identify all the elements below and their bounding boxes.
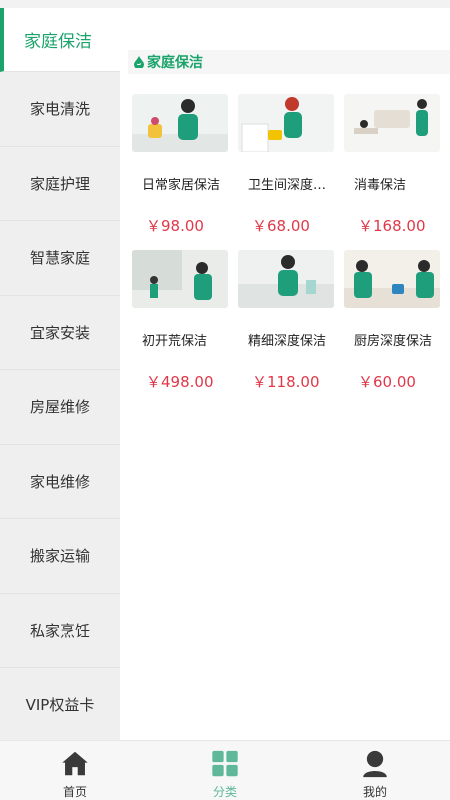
product-card[interactable]: 消毒保洁 ￥168.00 <box>344 94 442 236</box>
product-name: 日常家居保洁 <box>142 178 221 193</box>
sidebar-item-appliance-cleaning[interactable]: 家电清洗 <box>0 72 120 147</box>
product-image <box>132 250 228 308</box>
product-price: ￥60.00 <box>358 373 416 391</box>
sidebar-item-smart-home[interactable]: 智慧家庭 <box>0 221 120 296</box>
product-card[interactable]: 精细深度保洁 ￥118.00 <box>238 250 336 392</box>
sidebar-item-home-cleaning[interactable]: 家庭保洁 <box>0 8 120 72</box>
sidebar-item-label: 家庭护理 <box>29 174 90 193</box>
product-name: 卫生间深度保洁 <box>248 178 334 193</box>
product-price: ￥118.00 <box>252 373 320 391</box>
product-name: 初开荒保洁 <box>142 334 208 349</box>
product-name: 厨房深度保洁 <box>354 334 433 349</box>
tab-label: 我的 <box>362 785 387 799</box>
grid-icon <box>212 750 238 777</box>
tab-mine[interactable]: 我的 <box>300 741 450 800</box>
section-header: 家庭保洁 <box>128 50 450 74</box>
sidebar-item-moving[interactable]: 搬家运输 <box>0 519 120 594</box>
product-price: ￥68.00 <box>252 217 310 235</box>
sidebar-item-label: 智慧家庭 <box>29 249 90 268</box>
sidebar-item-label: VIP权益卡 <box>25 696 95 715</box>
sidebar-item-label: 家电维修 <box>29 472 90 491</box>
user-icon <box>363 750 387 778</box>
leaf-icon <box>134 56 144 68</box>
sidebar-item-house-repair[interactable]: 房屋维修 <box>0 370 120 445</box>
product-card[interactable]: 卫生间深度保洁 ￥68.00 <box>238 94 336 236</box>
product-name: 消毒保洁 <box>354 178 407 193</box>
product-card[interactable]: 厨房深度保洁 ￥60.00 <box>344 250 442 392</box>
product-price: ￥98.00 <box>146 217 204 235</box>
section-title: 家庭保洁 <box>147 55 203 71</box>
sidebar-item-label: 搬家运输 <box>29 547 90 566</box>
sidebar-item-label: 房屋维修 <box>29 398 90 417</box>
tab-label: 分类 <box>212 785 237 799</box>
tab-home[interactable]: 首页 <box>0 741 150 800</box>
product-card[interactable]: 日常家居保洁 ￥98.00 <box>132 94 230 236</box>
product-image <box>132 94 228 152</box>
product-image <box>238 94 334 152</box>
tab-label: 首页 <box>62 785 87 799</box>
product-card[interactable]: 初开荒保洁 ￥498.00 <box>132 250 230 392</box>
sidebar-item-label: 家电清洗 <box>29 100 90 119</box>
sidebar-item-vip-card[interactable]: VIP权益卡 <box>0 668 120 743</box>
product-image <box>344 250 440 308</box>
product-price: ￥498.00 <box>146 373 214 391</box>
bottom-tab-bar: 首页 分类 我的 <box>0 740 450 800</box>
sidebar-item-label: 家庭保洁 <box>24 32 92 52</box>
sidebar-item-label: 私家烹饪 <box>29 621 90 640</box>
product-price: ￥168.00 <box>358 217 426 235</box>
category-sidebar: 家庭保洁 家电清洗 家庭护理 智慧家庭 宜家安装 房屋维修 家电维修 搬家运输 … <box>0 8 120 743</box>
product-image <box>344 94 440 152</box>
sidebar-item-label: 宜家安装 <box>29 323 90 342</box>
sidebar-item-home-care[interactable]: 家庭护理 <box>0 146 120 221</box>
tab-category[interactable]: 分类 <box>150 741 300 800</box>
status-strip <box>0 0 450 8</box>
product-name: 精细深度保洁 <box>248 334 327 349</box>
category-content: 家庭保洁 日常家居保洁 ￥98.00 卫生间深度保洁 ￥68.00 消毒保洁 ￥… <box>120 8 450 740</box>
sidebar-item-furniture-install[interactable]: 宜家安装 <box>0 295 120 370</box>
home-icon <box>62 751 88 776</box>
product-image <box>238 250 334 308</box>
sidebar-item-private-cooking[interactable]: 私家烹饪 <box>0 593 120 668</box>
sidebar-item-appliance-repair[interactable]: 家电维修 <box>0 444 120 519</box>
